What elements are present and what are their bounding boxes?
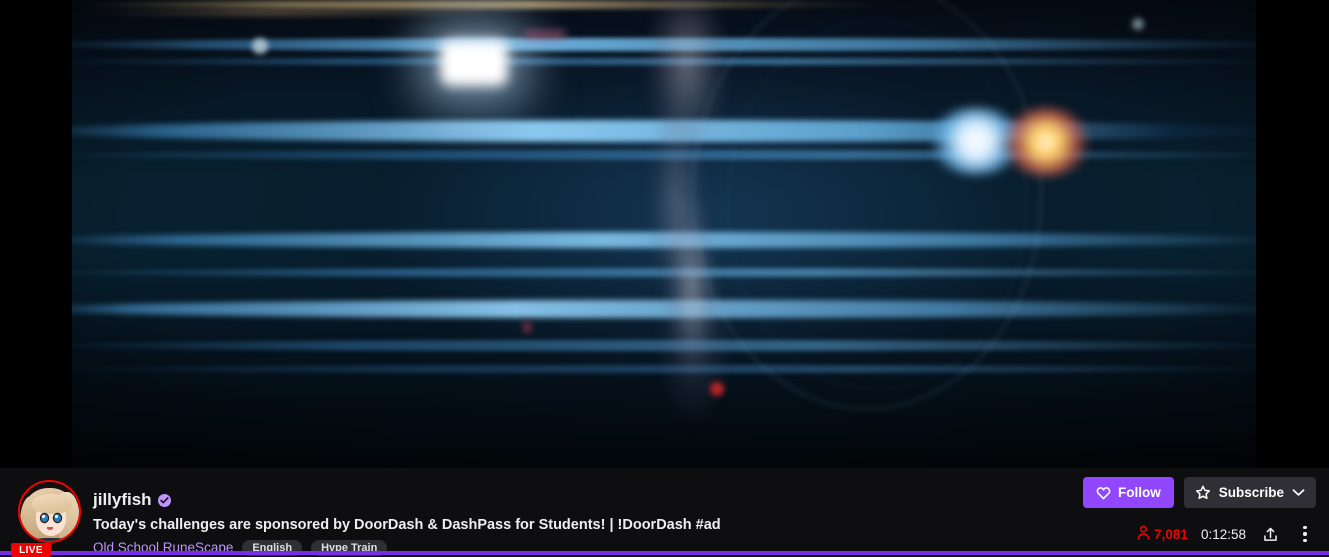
subscribe-button[interactable]: Subscribe <box>1183 477 1316 508</box>
video-player[interactable] <box>0 0 1329 468</box>
avatar[interactable] <box>18 480 81 543</box>
channel-name-row: jillyfish <box>93 489 721 511</box>
stream-uptime: 0:12:58 <box>1200 526 1246 542</box>
channel-info: jillyfish Today's challenges are sponsor… <box>93 489 721 556</box>
chevron-down-icon[interactable] <box>1292 488 1305 497</box>
stream-title: Today's challenges are sponsored by Door… <box>93 517 721 533</box>
subscribe-button-label: Subscribe <box>1218 485 1284 500</box>
channel-name[interactable]: jillyfish <box>93 490 152 510</box>
twitch-stream-page: LIVE jillyfish Today's challenges are sp… <box>0 0 1329 557</box>
viewer-person-icon <box>1136 525 1151 543</box>
heart-icon <box>1096 486 1111 500</box>
star-icon <box>1195 485 1211 500</box>
stream-stats: 7,081 0:12:58 <box>1136 522 1316 546</box>
video-frame[interactable] <box>72 0 1256 468</box>
channel-avatar-link[interactable] <box>18 480 81 543</box>
channel-actions: Follow Subscribe <box>1082 477 1316 508</box>
viewer-count: 7,081 <box>1154 526 1188 542</box>
follow-button[interactable]: Follow <box>1082 477 1174 508</box>
live-badge: LIVE <box>11 543 51 557</box>
hype-train-progress-bar <box>0 551 1329 555</box>
follow-button-label: Follow <box>1117 485 1161 500</box>
viewer-count-group: 7,081 <box>1136 525 1188 543</box>
more-options-kebab-icon[interactable] <box>1294 523 1316 545</box>
verified-check-icon <box>157 493 171 507</box>
share-upload-icon[interactable] <box>1259 523 1281 545</box>
avatar-artwork <box>20 482 79 541</box>
video-vignette <box>72 0 1256 468</box>
